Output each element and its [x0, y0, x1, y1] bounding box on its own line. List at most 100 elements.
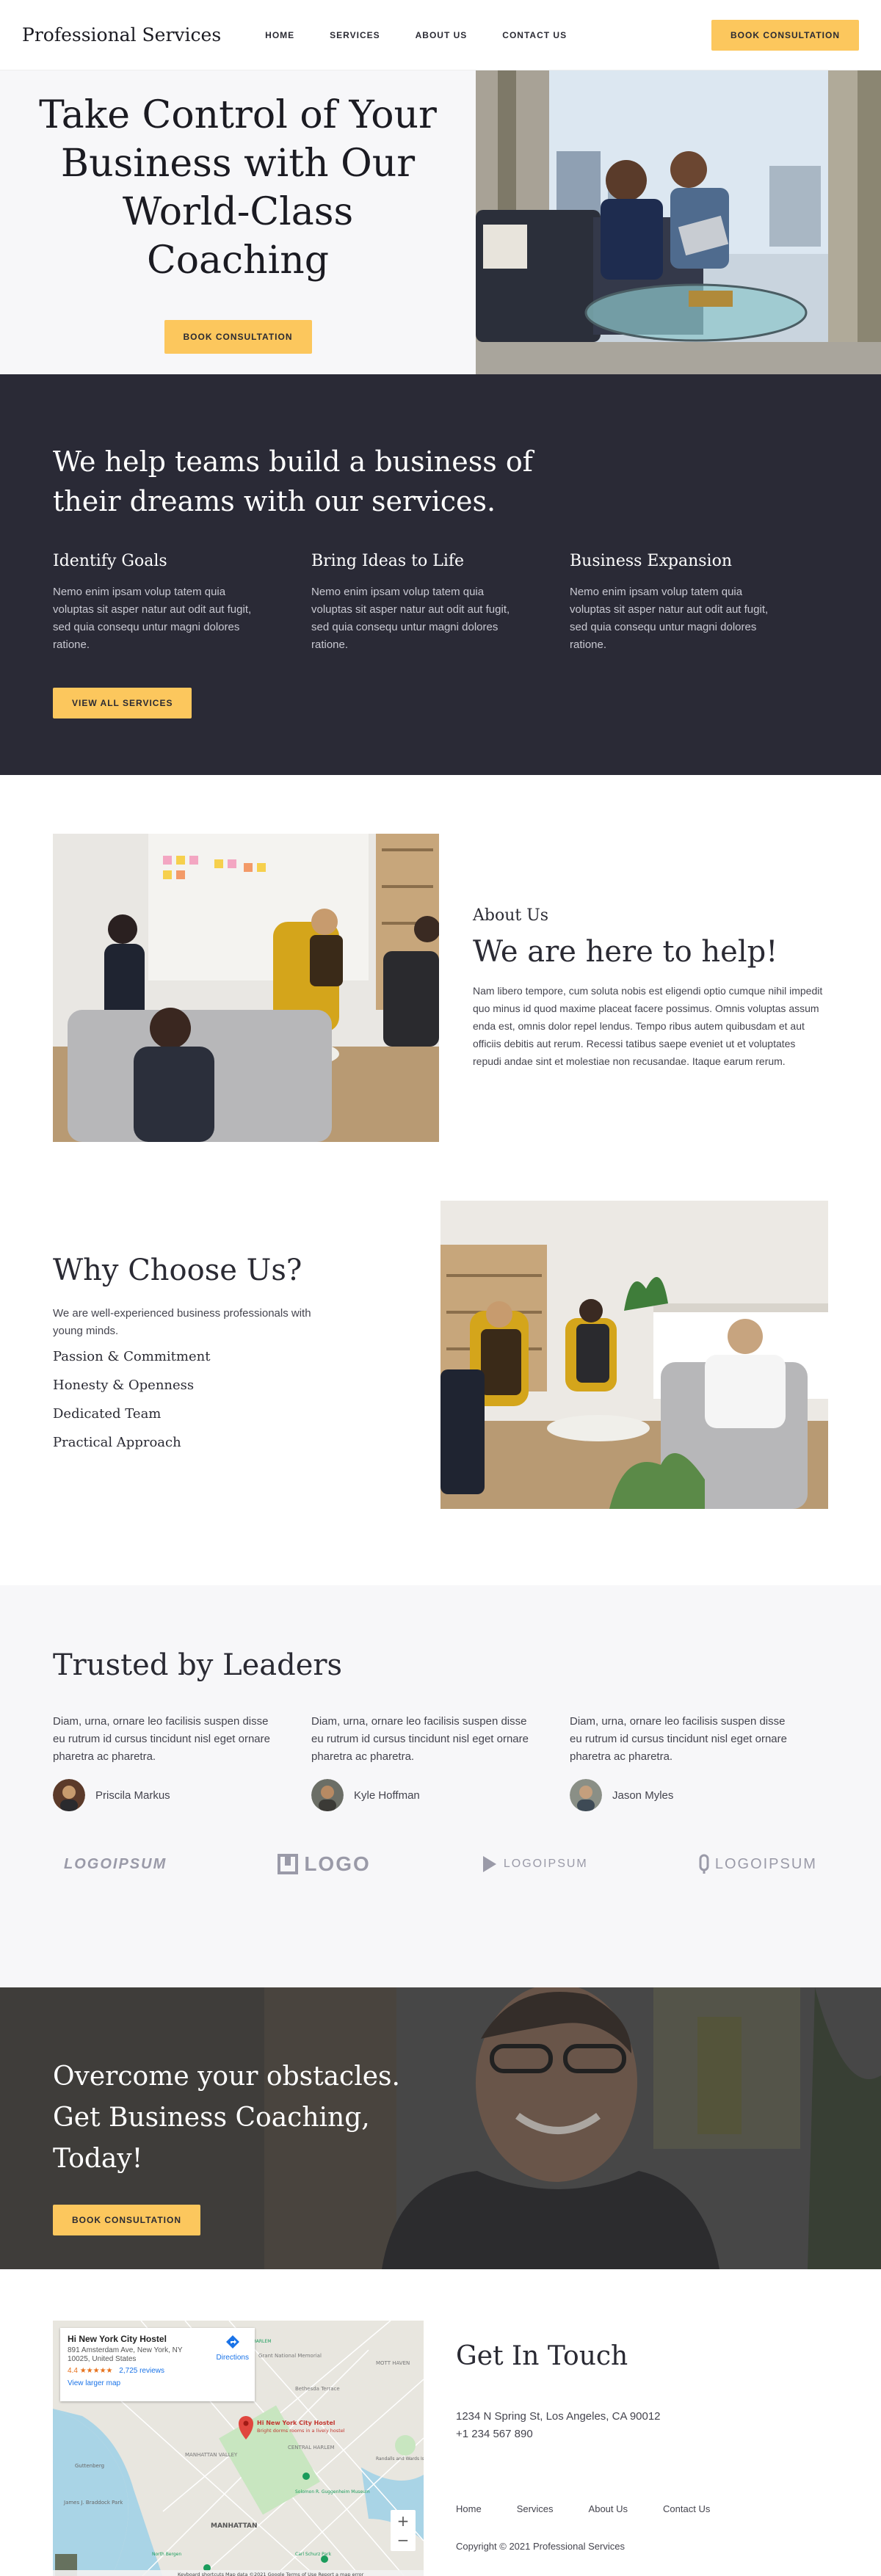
avatar	[570, 1779, 602, 1811]
testimonial-text: Diam, urna, ornare leo facilisis suspen …	[53, 1715, 270, 1763]
map-area-label: MANHATTAN	[211, 2522, 258, 2530]
nav-home[interactable]: HOME	[265, 30, 294, 40]
client-logo: LOGO	[278, 1852, 370, 1876]
avatar	[311, 1779, 344, 1811]
map-place-card: Hi New York City Hostel 891 Amsterdam Av…	[60, 2328, 255, 2401]
cta-title: Overcome your obstacles. Get Business Co…	[53, 2062, 400, 2174]
svg-text:−: −	[397, 2531, 410, 2549]
why-list: Passion & Commitment Honesty & Openness …	[53, 1349, 440, 1450]
testimonial-text: Diam, urna, ornare leo facilisis suspen …	[311, 1715, 529, 1763]
testimonial-author: Priscila Markus	[53, 1779, 311, 1811]
directions-icon	[225, 2335, 239, 2348]
services-list: Identify Goals Nemo enim ipsam volup tat…	[53, 552, 828, 654]
services-section: We help teams build a business of their …	[0, 374, 881, 775]
hero-title: Take Control of Your Business with Our W…	[39, 93, 437, 283]
logo-mark-icon	[482, 1856, 496, 1872]
why-image	[440, 1201, 828, 1509]
footer-link-contact[interactable]: Contact Us	[663, 2503, 710, 2514]
why-point: Honesty & Openness	[53, 1378, 195, 1393]
testimonials-section: Trusted by Leaders Diam, urna, ornare le…	[0, 1585, 881, 1987]
service-text: Nemo enim ipsam volup tatem quia volupta…	[570, 586, 769, 651]
map-area-label: North Bergen	[152, 2552, 181, 2557]
site-logo[interactable]: Professional Services	[22, 24, 221, 46]
svg-text:+: +	[397, 2512, 410, 2530]
testimonial-author: Kyle Hoffman	[311, 1779, 570, 1811]
copyright: Copyright © 2021 Professional Services	[456, 2541, 625, 2552]
rating-stars-icon: ★★★★★	[79, 2367, 113, 2375]
testimonial: Diam, urna, ornare leo facilisis suspen …	[311, 1713, 570, 1811]
map-larger-link[interactable]: View larger map	[68, 2379, 247, 2387]
why-paragraph: We are well-experienced business profess…	[53, 1307, 311, 1337]
site-header: Professional Services HOME SERVICES ABOU…	[0, 0, 881, 70]
logo-mark-icon	[699, 1854, 709, 1874]
why-text: Why Choose Us? We are well-experienced b…	[53, 1201, 440, 1463]
author-name: Priscila Markus	[95, 1789, 170, 1802]
author-name: Jason Myles	[612, 1789, 674, 1802]
why-section: Why Choose Us? We are well-experienced b…	[0, 1201, 881, 1585]
contact-address: 1234 N Spring St, Los Angeles, CA 90012	[456, 2410, 661, 2423]
cta-book-button[interactable]: BOOK CONSULTATION	[53, 2205, 200, 2235]
client-logo: LOGOIPSUM	[482, 1855, 588, 1874]
nav-services[interactable]: SERVICES	[330, 30, 380, 40]
service-text: Nemo enim ipsam volup tatem quia volupta…	[53, 586, 252, 651]
about-kicker: About Us	[473, 906, 549, 925]
service-title: Bring Ideas to Life	[311, 552, 465, 570]
map-pin-label[interactable]: Hi New York City Hostel	[257, 2420, 336, 2426]
service-item: Bring Ideas to Life Nemo enim ipsam volu…	[311, 552, 570, 654]
about-image	[53, 834, 439, 1142]
nav-contact[interactable]: CONTACT US	[502, 30, 567, 40]
map-area-label: MOTT HAVEN	[376, 2360, 410, 2366]
map-area-label: Randalls and Wards Island	[376, 2456, 424, 2462]
view-services-button[interactable]: VIEW ALL SERVICES	[53, 688, 192, 718]
why-point: Passion & Commitment	[53, 1349, 211, 1364]
map-area-label: Guttenberg	[75, 2463, 104, 2469]
avatar	[53, 1779, 85, 1811]
map-rating: 4.4	[68, 2367, 78, 2375]
about-paragraph: Nam libero tempore, cum soluta nobis est…	[473, 984, 823, 1067]
footer-link-about[interactable]: About Us	[589, 2503, 628, 2514]
main-nav: HOME SERVICES ABOUT US CONTACT US	[265, 30, 567, 40]
testimonial: Diam, urna, ornare leo facilisis suspen …	[570, 1713, 828, 1811]
testimonial-text: Diam, urna, ornare leo facilisis suspen …	[570, 1715, 787, 1763]
footer-link-services[interactable]: Services	[517, 2503, 554, 2514]
map-area-label: Bethesda Terrace	[295, 2386, 340, 2392]
map-directions[interactable]: Directions	[217, 2334, 249, 2362]
footer-nav: Home Services About Us Contact Us	[456, 2503, 710, 2514]
service-text: Nemo enim ipsam volup tatem quia volupta…	[311, 586, 510, 651]
nav-about[interactable]: ABOUT US	[416, 30, 468, 40]
services-title: We help teams build a business of their …	[53, 445, 533, 517]
testimonials-list: Diam, urna, ornare leo facilisis suspen …	[53, 1713, 828, 1811]
contact-section: + − Keyboard shortcuts Map data ©2021 Go…	[0, 2269, 881, 2576]
map-embed[interactable]: + − Keyboard shortcuts Map data ©2021 Go…	[53, 2321, 424, 2576]
why-point: Practical Approach	[53, 1435, 181, 1450]
service-title: Identify Goals	[53, 552, 167, 570]
hero-image	[476, 70, 881, 374]
map-reviews-link[interactable]: 2,725 reviews	[119, 2367, 164, 2375]
hero-book-button[interactable]: BOOK CONSULTATION	[164, 320, 312, 354]
map-pin-subtitle: Bright dorms rooms in a lively hostel	[257, 2428, 345, 2434]
why-title: Why Choose Us?	[53, 1254, 302, 1287]
cta-section: Overcome your obstacles. Get Business Co…	[0, 1987, 881, 2269]
footer-link-home[interactable]: Home	[456, 2503, 482, 2514]
contact-phone: +1 234 567 890	[456, 2428, 533, 2440]
map-footer-text: Keyboard shortcuts Map data ©2021 Google…	[178, 2572, 364, 2576]
client-logo: LOGOIPSUM	[699, 1854, 817, 1874]
logo-mark-icon	[278, 1854, 299, 1874]
testimonial: Diam, urna, ornare leo facilisis suspen …	[53, 1713, 311, 1811]
testimonial-author: Jason Myles	[570, 1779, 828, 1811]
service-item: Business Expansion Nemo enim ipsam volup…	[570, 552, 828, 654]
header-book-button[interactable]: BOOK CONSULTATION	[711, 19, 859, 51]
cta-content: Overcome your obstacles. Get Business Co…	[53, 2056, 435, 2235]
service-item: Identify Goals Nemo enim ipsam volup tat…	[53, 552, 311, 654]
hero-section: Take Control of Your Business with Our W…	[0, 70, 881, 374]
author-name: Kyle Hoffman	[354, 1789, 420, 1802]
map-area-label: CENTRAL HARLEM	[288, 2445, 335, 2451]
client-logo: LOGOIPSUM	[64, 1855, 167, 1872]
map-place-address: 891 Amsterdam Ave, New York, NY 10025, U…	[68, 2346, 183, 2363]
contact-info: Get In Touch 1234 N Spring St, Los Angel…	[456, 2321, 710, 2576]
map-area-label: Solomon R. Guggenheim Museum	[295, 2489, 370, 2495]
testimonials-title: Trusted by Leaders	[53, 1648, 343, 1682]
map-area-label: James J. Braddock Park	[63, 2500, 123, 2506]
map-area-label: Grant National Memorial	[258, 2353, 322, 2359]
about-section: About Us We are here to help! Nam libero…	[0, 775, 881, 1201]
